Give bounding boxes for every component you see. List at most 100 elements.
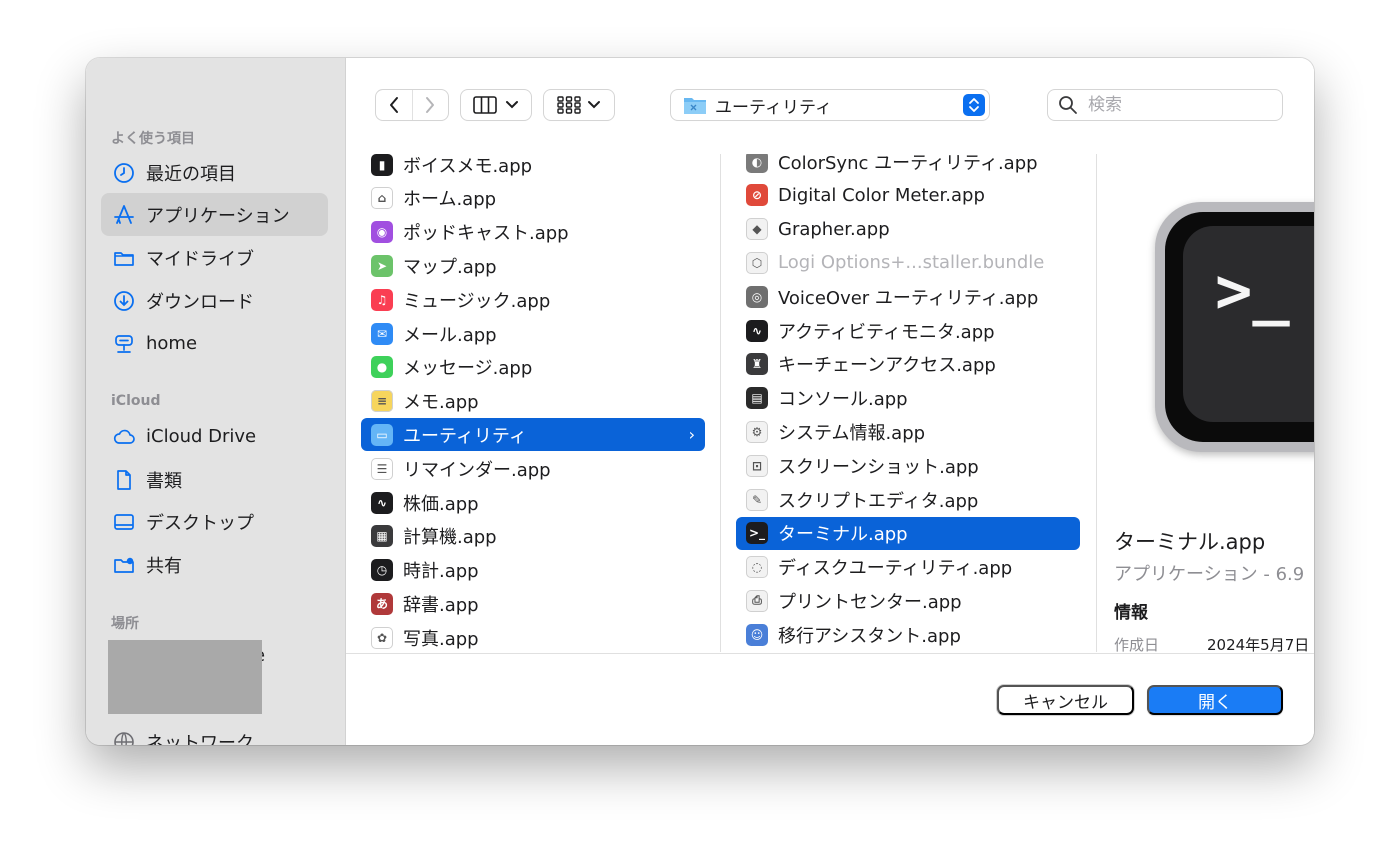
file-row[interactable]: ▦ 計算機.app — [361, 520, 705, 553]
sidebar-item-shared[interactable]: 共有 — [101, 543, 328, 586]
file-row-label: スクリーンショット.app — [778, 456, 979, 478]
file-row[interactable]: ⬡ Logi Options+...staller.bundle — [736, 246, 1080, 279]
file-row[interactable]: ♫ ミュージック.app — [361, 283, 705, 316]
file-row[interactable]: ⚙ システム情報.app — [736, 415, 1080, 448]
file-row[interactable]: ▭ ユーティリティ › — [361, 418, 705, 452]
file-row[interactable]: ✎ スクリプトエディタ.app — [736, 483, 1080, 516]
file-row-label: 株価.app — [403, 493, 479, 515]
app-icon: ♜ — [746, 353, 768, 376]
forward-button[interactable] — [413, 90, 449, 120]
chevron-right-icon: › — [688, 425, 695, 445]
app-icon: ☺ — [746, 623, 768, 646]
file-row-label: ホーム.app — [403, 189, 497, 211]
shared-folder-icon — [111, 552, 137, 578]
file-row[interactable]: ♜ キーチェーンアクセス.app — [736, 348, 1080, 381]
preview-created-label: 作成日 — [1114, 636, 1160, 652]
file-row[interactable]: ∿ アクティビティモニタ.app — [736, 314, 1080, 347]
sidebar-item-label: 共有 — [146, 555, 182, 577]
file-row[interactable]: ➤ マップ.app — [361, 249, 705, 282]
preview-info-heading: 情報 — [1114, 603, 1148, 623]
file-row-label: ターミナル.app — [778, 524, 908, 546]
app-icon: ✉ — [371, 322, 393, 345]
apps-icon — [111, 202, 137, 228]
file-row-label: Logi Options+...staller.bundle — [778, 252, 1045, 274]
file-row[interactable]: あ辞書.app — [361, 587, 705, 620]
sidebar-item-icloud-drive[interactable]: iCloud Drive — [101, 415, 328, 458]
column-utilities[interactable]: ◐ ColorSync ユーティリティ.app ⊘ Digital Color Met… — [721, 154, 1097, 652]
file-row[interactable]: >_ ターミナル.app — [736, 516, 1080, 550]
sidebar-section-icloud: iCloud — [111, 393, 161, 409]
file-row[interactable]: ⊡ スクリーンショット.app — [736, 449, 1080, 482]
columns-view-icon — [473, 96, 497, 114]
file-row[interactable]: ∿ 株価.app — [361, 486, 705, 519]
file-row[interactable]: ⌂ ホーム.app — [361, 182, 705, 215]
preview-pane: >_ ターミナル.app アプリケーション - 6.9 情報 作成日 2024年… — [1097, 154, 1314, 652]
file-row[interactable]: ◐ ColorSync ユーティリティ.app — [736, 154, 1080, 178]
terminal-app-icon: >_ — [1155, 202, 1314, 452]
desktop-icon — [111, 509, 137, 535]
sidebar-section-locations: 場所 — [111, 616, 139, 632]
app-icon: ◌ — [746, 556, 768, 579]
sidebar-item-label: ダウンロード — [146, 291, 254, 313]
stepper-icon — [963, 94, 985, 116]
app-icon: ◉ — [371, 221, 393, 244]
sidebar-item-label: マイドライブ — [146, 248, 254, 270]
chevron-right-icon — [426, 97, 435, 113]
sidebar-item-recents[interactable]: 最近の項目 — [101, 151, 328, 194]
file-row[interactable]: ⊘ Digital Color Meter.app — [736, 179, 1080, 212]
sidebar-item-label: home — [146, 333, 198, 354]
app-icon: ◷ — [371, 559, 393, 582]
sidebar-item-documents[interactable]: 書類 — [101, 458, 328, 501]
sidebar-item-desktop[interactable]: デスクトップ — [101, 500, 328, 543]
open-button[interactable]: 開く — [1147, 685, 1283, 715]
sidebar-item-label: iCloud Drive — [146, 426, 257, 447]
file-row-label: 移行アシスタント.app — [778, 625, 961, 647]
preview-created-value: 2024年5月7日 — [1207, 636, 1310, 652]
file-row-label: Digital Color Meter.app — [778, 184, 985, 206]
app-icon: >_ — [746, 522, 768, 545]
globe-icon — [111, 729, 137, 745]
cancel-button[interactable]: キャンセル — [997, 685, 1134, 715]
sidebar-item-my-drive[interactable]: マイドライブ — [101, 236, 328, 279]
file-row[interactable]: ☰ リマインダー.app — [361, 452, 705, 485]
app-icon: ☰ — [371, 457, 393, 480]
cloud-icon — [111, 424, 137, 450]
file-row[interactable]: ◎ VoiceOver ユーティリティ.app — [736, 280, 1080, 313]
file-row[interactable]: ⎙ プリントセンター.app — [736, 584, 1080, 617]
sidebar-item-network[interactable]: ネットワーク — [101, 720, 328, 745]
file-row-label: ColorSync ユーティリティ.app — [778, 154, 1038, 174]
view-mode-button[interactable] — [461, 90, 531, 120]
sidebar-item-home[interactable]: home — [101, 322, 328, 365]
search-input[interactable] — [1086, 94, 1270, 116]
file-row[interactable]: ◌ ディスクユーティリティ.app — [736, 551, 1080, 584]
group-by-button[interactable] — [544, 90, 614, 120]
file-row[interactable]: ≡ メモ.app — [361, 385, 705, 418]
file-row-label: リマインダー.app — [403, 459, 551, 481]
path-popup[interactable]: ユーティリティ — [671, 90, 989, 120]
file-row[interactable]: ✉ メール.app — [361, 317, 705, 350]
search-field[interactable] — [1048, 90, 1282, 120]
file-row-label: ユーティリティ — [403, 425, 527, 447]
file-row[interactable]: ◉ ポッドキャスト.app — [361, 216, 705, 249]
app-icon: ▮ — [371, 154, 393, 176]
sidebar-item-downloads[interactable]: ダウンロード — [101, 279, 328, 322]
file-row[interactable]: ▤ コンソール.app — [736, 382, 1080, 415]
sidebar: よく使う項目 最近の項目 アプリケーション マイドライブ ダウンロード home… — [86, 58, 346, 745]
sidebar-item-applications[interactable]: アプリケーション — [101, 193, 328, 236]
app-icon: ▤ — [746, 387, 768, 410]
app-icon: ◆ — [746, 218, 768, 241]
file-row[interactable]: ▮ ボイスメモ.app — [361, 154, 705, 181]
back-button[interactable] — [376, 90, 413, 120]
file-row[interactable]: ◆ Grapher.app — [736, 213, 1080, 246]
app-icon: ⎙ — [746, 589, 768, 612]
file-row[interactable]: ✿ 写真.app — [361, 621, 705, 652]
chevron-down-icon — [588, 101, 600, 109]
file-row-label: 時計.app — [403, 561, 479, 583]
app-icon: ♫ — [371, 288, 393, 311]
file-row[interactable]: ● メッセージ.app — [361, 351, 705, 384]
column-applications[interactable]: ▮ ボイスメモ.app ⌂ ホーム.app ◉ ポッドキャスト.app ➤ マップ.app ♫ ミ… — [346, 154, 721, 652]
file-row-label: システム情報.app — [778, 422, 926, 444]
file-row[interactable]: ☺ 移行アシスタント.app — [736, 618, 1080, 651]
app-icon: ◎ — [746, 285, 768, 308]
file-row[interactable]: ◷ 時計.app — [361, 554, 705, 587]
